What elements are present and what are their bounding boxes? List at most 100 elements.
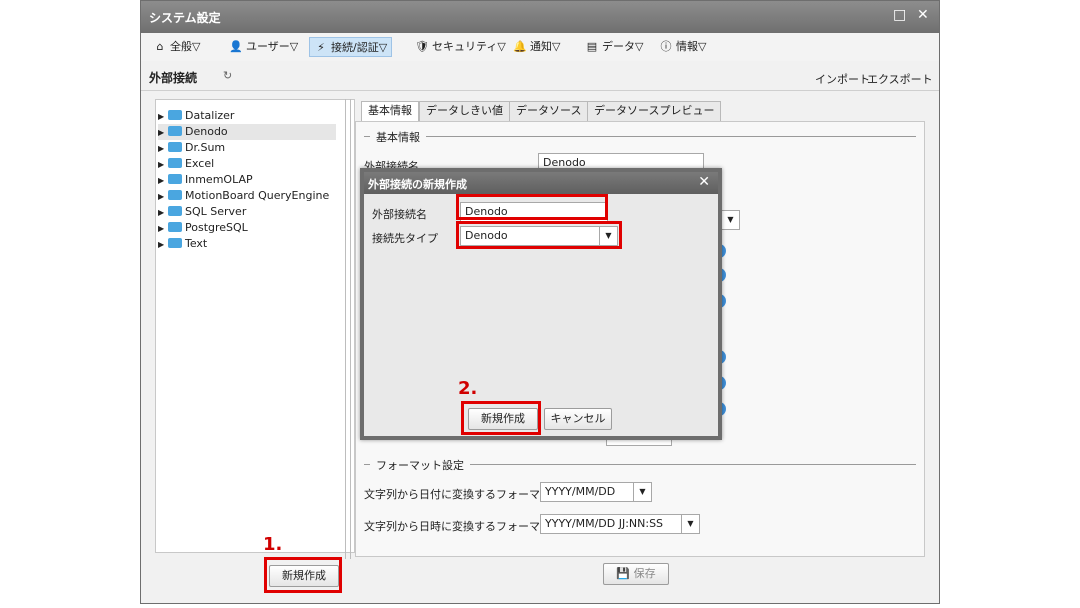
expand-icon[interactable]: ▶: [158, 221, 168, 237]
folder-icon: [168, 142, 182, 152]
menu-notification[interactable]: 🔔 通知▽: [509, 37, 564, 57]
menu-security[interactable]: 🛡 セキュリティ▽: [411, 37, 510, 57]
window-title: システム設定: [149, 11, 221, 25]
folder-icon: [168, 190, 182, 200]
tree-item-datalizer[interactable]: ▶ Datalizer: [158, 108, 234, 124]
connection-tree: ▶ Datalizer ▶ Denodo ▶ Dr.Sum ▶ Excel ▶ Inmem…: [155, 99, 355, 553]
expand-icon[interactable]: ▶: [158, 109, 168, 125]
section-header: 外部接続 ↻ インポート エクスポート: [141, 61, 939, 91]
window-titlebar: システム設定 □ ✕: [141, 1, 939, 33]
date-format-label: 文字列から日付に変換するフォーマット: [364, 488, 562, 501]
reload-icon[interactable]: ↻: [223, 69, 232, 82]
dialog-name-input[interactable]: Denodo: [460, 202, 608, 222]
info-icon: ⓘ: [660, 40, 672, 53]
folder-icon: [168, 158, 182, 168]
tree-item-label: SQL Server: [185, 205, 247, 218]
tab-data-threshold[interactable]: データしきい値: [419, 101, 510, 121]
dialog-type-value: Denodo: [465, 229, 508, 242]
new-connection-dialog: 外部接続の新規作成 ✕ 外部接続名 Denodo 接続先タイプ Denodo ▼…: [360, 168, 722, 440]
tree-item-label: Excel: [185, 157, 215, 170]
dialog-type-select[interactable]: Denodo ▼: [460, 226, 618, 246]
menu-bar: ⌂ 全般▽ 👤 ユーザー▽ ⚡ 接続/認証▽ 🛡 セキュリティ▽ 🔔 通知▽ ▤ データ▽ …: [141, 33, 939, 61]
expand-icon[interactable]: ▶: [158, 205, 168, 221]
chevron-down-icon[interactable]: ▼: [599, 227, 617, 245]
menu-notification-label: 通知▽: [530, 40, 561, 53]
page-title: 外部接続: [149, 71, 198, 85]
bell-icon: 🔔: [513, 40, 527, 53]
folder-icon: [168, 238, 182, 248]
menu-info-label: 情報▽: [676, 40, 707, 53]
tree-item-label: Dr.Sum: [185, 141, 226, 154]
step-2-label: 2.: [458, 378, 478, 399]
tree-item-label: Denodo: [185, 125, 228, 138]
menu-user[interactable]: 👤 ユーザー▽: [225, 37, 302, 57]
dialog-create-button[interactable]: 新規作成: [468, 408, 538, 430]
step-1-label: 1.: [263, 534, 283, 555]
basic-section-title: 基本情報: [370, 129, 426, 145]
data-icon: ▤: [586, 40, 598, 53]
expand-icon[interactable]: ▶: [158, 125, 168, 141]
dialog-name-label: 外部接続名: [372, 208, 427, 221]
shield-icon: 🛡: [415, 40, 429, 53]
menu-data-label: データ▽: [602, 40, 644, 53]
folder-icon: [168, 126, 182, 136]
import-link[interactable]: インポート: [815, 71, 870, 87]
menu-security-label: セキュリティ▽: [432, 40, 506, 53]
chevron-down-icon[interactable]: ▼: [721, 211, 739, 229]
dialog-titlebar: 外部接続の新規作成 ✕: [364, 172, 718, 194]
dialog-close-icon[interactable]: ✕: [698, 174, 710, 190]
menu-general-label: 全般▽: [170, 40, 201, 53]
folder-icon: [168, 206, 182, 216]
datetime-format-select[interactable]: YYYY/MM/DD JJ:NN:SS ▼: [540, 514, 700, 534]
datetime-format-label: 文字列から日時に変換するフォーマット: [364, 520, 562, 533]
tree-item-label: Datalizer: [185, 109, 235, 122]
dialog-cancel-button[interactable]: キャンセル: [544, 408, 612, 430]
dialog-title: 外部接続の新規作成: [368, 178, 467, 191]
tree-item-label: InmemOLAP: [185, 173, 253, 186]
menu-connection-auth[interactable]: ⚡ 接続/認証▽: [309, 37, 393, 57]
folder-icon: [168, 174, 182, 184]
menu-info[interactable]: ⓘ 情報▽: [655, 37, 710, 57]
tab-data-source-preview[interactable]: データソースプレビュー: [587, 101, 722, 121]
save-button[interactable]: 💾 保存: [603, 563, 669, 585]
tree-item-label: PostgreSQL: [185, 221, 248, 234]
date-format-select[interactable]: YYYY/MM/DD ▼: [540, 482, 652, 502]
format-section-title: フォーマット設定: [370, 457, 470, 473]
save-label: 保存: [633, 567, 656, 580]
tree-item-label: Text: [185, 237, 208, 250]
expand-icon[interactable]: ▶: [158, 189, 168, 205]
plug-icon: ⚡: [317, 41, 325, 54]
menu-general[interactable]: ⌂ 全般▽: [149, 37, 204, 57]
date-format-value: YYYY/MM/DD: [545, 485, 616, 498]
close-window-button[interactable]: ✕: [917, 7, 929, 23]
tree-item-inmemolap[interactable]: ▶ InmemOLAP: [158, 172, 253, 188]
tree-item-motionboard-queryengine[interactable]: ▶ MotionBoard QueryEngine: [158, 188, 329, 204]
menu-connection-auth-label: 接続/認証▽: [331, 41, 388, 54]
save-icon: 💾: [616, 567, 631, 580]
user-icon: 👤: [229, 40, 243, 53]
menu-data[interactable]: ▤ データ▽: [581, 37, 647, 57]
folder-icon: [168, 110, 182, 120]
panel-splitter[interactable]: [345, 99, 351, 559]
export-link[interactable]: エクスポート: [867, 71, 933, 87]
expand-icon[interactable]: ▶: [158, 237, 168, 253]
expand-icon[interactable]: ▶: [158, 173, 168, 189]
tree-item-drsum[interactable]: ▶ Dr.Sum: [158, 140, 225, 156]
maximize-button[interactable]: □: [893, 7, 906, 23]
chevron-down-icon[interactable]: ▼: [633, 483, 651, 501]
new-connection-button[interactable]: 新規作成: [269, 565, 339, 587]
tab-data-source[interactable]: データソース: [509, 101, 589, 121]
tree-item-denodo[interactable]: ▶ Denodo: [158, 124, 336, 140]
tree-item-sqlserver[interactable]: ▶ SQL Server: [158, 204, 246, 220]
tree-item-excel[interactable]: ▶ Excel: [158, 156, 214, 172]
expand-icon[interactable]: ▶: [158, 141, 168, 157]
section-divider: [364, 136, 916, 137]
datetime-format-value: YYYY/MM/DD JJ:NN:SS: [545, 517, 664, 530]
chevron-down-icon[interactable]: ▼: [681, 515, 699, 533]
tab-basic-info[interactable]: 基本情報: [361, 101, 419, 121]
folder-icon: [168, 222, 182, 232]
tree-item-postgresql[interactable]: ▶ PostgreSQL: [158, 220, 248, 236]
tree-item-text[interactable]: ▶ Text: [158, 236, 207, 252]
expand-icon[interactable]: ▶: [158, 157, 168, 173]
dialog-type-label: 接続先タイプ: [372, 232, 438, 245]
